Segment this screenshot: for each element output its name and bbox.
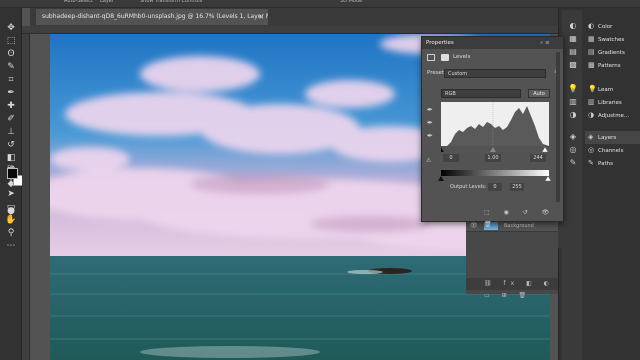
brush-icon[interactable]: ✐ [5,113,17,125]
properties-scrollbar[interactable] [556,52,560,202]
stamp-icon[interactable]: ⊥ [5,126,17,138]
panel-tab-adjustme[interactable]: ◑ Adjustme... [588,109,629,121]
marquee-icon[interactable]: ⬚ [5,35,17,47]
foreground-color-swatch[interactable] [7,168,18,179]
shape-icon[interactable]: ▭ [5,201,17,213]
panel-tab-learn[interactable]: 💡Learn [588,83,613,95]
preset-dropdown[interactable]: Custom [444,69,546,78]
panel-tab-libraries[interactable]: ▥ Libraries [588,96,622,108]
option-2[interactable]: Show Transform Controls [140,0,202,4]
path-select-icon[interactable]: ➤ [5,188,17,200]
swatches-icon[interactable]: ▦ [567,33,579,45]
panel-tab-label: Layers [598,135,617,141]
option-0[interactable]: Auto-Select [64,0,93,4]
panel-tab-label: Swatches [598,37,625,43]
levels-histogram [441,102,549,146]
swatches-icon: ▦ [588,35,595,43]
channels-icon[interactable]: ◎ [567,144,579,156]
channel-dropdown[interactable]: RGB [441,89,521,98]
quick-select-icon[interactable]: ✎ [5,61,17,73]
panel-tab-patterns[interactable]: ▩ Patterns [588,59,621,71]
paths-icon[interactable]: ✎ [567,157,579,169]
panel-tab-label: Gradients [598,50,625,56]
gradients-icon: ▤ [588,48,595,56]
output-white-value[interactable]: 255 [510,183,524,191]
more-tools-icon[interactable]: ⋯ [5,240,17,252]
eyedropper-icon[interactable]: ✒ [5,87,17,99]
option-1[interactable]: Layer [100,0,114,4]
panel-menu-icon[interactable]: » ≡ [540,37,550,49]
panel-tab-label: Paths [598,161,613,167]
adjustments-icon[interactable]: ◑ [567,109,579,121]
hand-icon[interactable]: ✋ [5,214,17,226]
move-icon[interactable]: ✥ [5,22,17,34]
color-icon: ◐ [588,22,595,30]
layers-icon: ◈ [588,133,594,141]
libraries-icon: ▥ [588,98,595,106]
channels-icon: ◎ [588,146,595,154]
learn-icon: 💡 [588,85,597,93]
input-black-value[interactable]: 0 [443,154,459,162]
crop-icon[interactable]: ⌗ [5,74,17,86]
history-brush-icon[interactable]: ↺ [5,139,17,151]
panel-tab-color[interactable]: ◐ Color [588,20,612,32]
option-3[interactable]: 3D Mode [340,0,362,4]
vertical-ruler [22,34,30,360]
input-gamma-value[interactable]: 1.00 [485,154,501,162]
panel-tab-label: Adjustme... [598,113,630,119]
black-point-eyedropper-icon[interactable]: ✒ [427,106,435,114]
output-levels-label: Output Levels: [450,184,487,190]
lasso-icon[interactable]: ʘ [5,48,17,60]
panel-tab-label: Channels [598,148,624,154]
adjustments-icon: ◑ [588,111,595,119]
white-point-eyedropper-icon[interactable]: ✒ [427,132,435,140]
panel-tab-channels[interactable]: ◎ Channels [588,144,623,156]
input-levels-slider[interactable] [441,147,549,152]
panel-tab-label: Libraries [598,100,622,106]
learn-icon[interactable]: 💡 [567,83,579,95]
visibility-eye-icon[interactable]: 👁 [470,221,478,231]
levels-icon [427,54,435,61]
document-tab[interactable]: subhadeep-dishant-qD8_6uRMhb0-unsplash.j… [36,9,268,25]
auto-button[interactable]: Auto [528,89,550,98]
gray-point-eyedropper-icon[interactable]: ✒ [427,119,435,127]
healing-icon[interactable]: ✚ [5,100,17,112]
panel-tab-label: Color [598,24,613,30]
color-icon[interactable]: ◐ [567,20,579,32]
panel-tab-gradients[interactable]: ▤ Gradients [588,46,625,58]
panel-tab-paths[interactable]: ✎ Paths [588,157,613,169]
clipping-warning-icon[interactable]: ⚠ [426,157,431,164]
output-levels-slider[interactable] [438,176,552,181]
patterns-icon[interactable]: ▩ [567,59,579,71]
patterns-icon: ▩ [588,61,595,69]
panel-tab-swatches[interactable]: ▦ Swatches [588,33,624,45]
properties-bottom-toolbar[interactable]: ⬚ ◉ ↺ 👁 🗑 [422,207,563,228]
output-black-value[interactable]: 0 [488,183,502,191]
properties-title: Properties [426,40,454,46]
mask-icon[interactable] [441,54,449,61]
panel-tab-label: Patterns [598,63,621,69]
panel-tab-layers[interactable]: ◈ Layers [588,131,616,143]
paths-icon: ✎ [588,159,594,167]
adjustment-name: Levels [453,54,471,60]
horizontal-ruler [22,26,558,34]
input-white-value[interactable]: 244 [530,154,546,162]
options-bar: Auto-Select Layer Show Transform Controls 3… [0,0,640,8]
close-tab-icon[interactable]: × [258,9,264,25]
gradients-icon[interactable]: ▤ [567,46,579,58]
panel-tab-label: Learn [598,87,614,93]
libraries-icon[interactable]: ▥ [567,96,579,108]
layers-icon[interactable]: ◈ [567,131,579,143]
zoom-icon[interactable]: ⚲ [5,227,17,239]
layers-bottom-toolbar[interactable]: ⛓ fx ◧ ◐ ▭ ⊞ 🗑 [466,278,558,299]
